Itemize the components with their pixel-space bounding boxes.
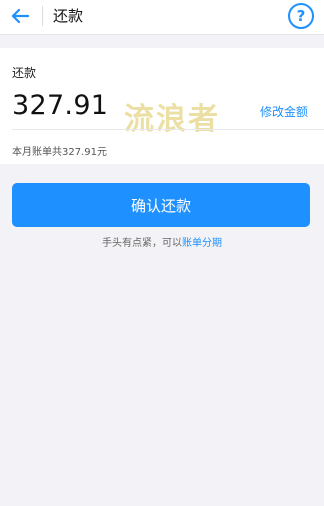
header-divider [42,6,43,26]
hint-text: 手头有点紧，可以 [102,238,182,249]
card-divider [12,129,324,130]
repayment-amount[interactable]: 327.91 [12,90,108,121]
page-title: 还款 [53,7,84,25]
edit-amount-link[interactable]: 修改金额 [260,103,308,120]
arrow-left-icon[interactable] [10,6,30,26]
bill-installment-link[interactable]: 账单分期 [182,238,222,249]
repayment-card: 还款 327.91 流浪者 修改金额 本月账单共327.91元 [0,48,324,164]
bill-total-text: 本月账单共327.91元 [12,147,107,158]
installment-hint: 手头有点紧，可以账单分期 [0,234,324,249]
repayment-label: 还款 [12,66,37,80]
watermark-text: 流浪者 [124,102,220,137]
help-icon[interactable]: ? [288,3,314,29]
confirm-repayment-button[interactable]: 确认还款 [12,183,310,227]
top-bar: 还款 ? [0,0,324,35]
